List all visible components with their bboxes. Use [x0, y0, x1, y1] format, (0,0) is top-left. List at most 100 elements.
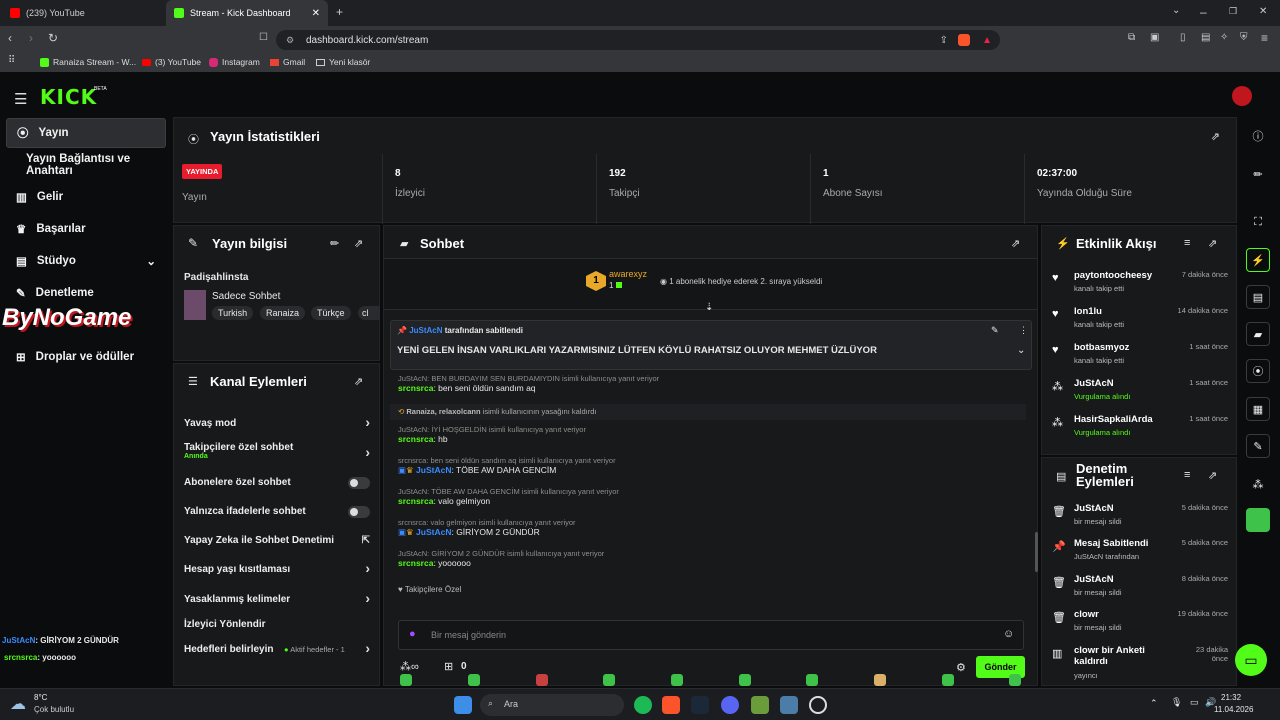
- tag[interactable]: cl: [358, 306, 380, 320]
- avatar[interactable]: [1232, 86, 1252, 106]
- microphone-icon[interactable]: 🎙: [1171, 697, 1182, 708]
- subscribers-only-toggle[interactable]: [348, 477, 370, 489]
- bookmark-gmail[interactable]: Gmail: [270, 57, 305, 67]
- emote-icon[interactable]: [603, 674, 615, 686]
- minimize-icon[interactable]: –: [1200, 5, 1207, 19]
- sidebar-item-stream-key[interactable]: Yayın Bağlantısı ve Anahtarı: [6, 150, 176, 180]
- emote-icon[interactable]: [806, 674, 818, 686]
- activity-item[interactable]: ♥ lon1lu kanalı takip etti 14 dakika önce: [1052, 306, 1228, 340]
- chat-message[interactable]: JuStAcN: İYİ HOŞGELDİN isimli kullanıcıy…: [398, 425, 586, 444]
- chevron-down-icon[interactable]: ⇣: [705, 302, 713, 313]
- emoji-icon[interactable]: ☺: [1003, 628, 1014, 640]
- popout-icon[interactable]: ⇗: [354, 375, 363, 388]
- action-emote-only[interactable]: Yalnızca ifadelerle sohbet: [184, 506, 370, 520]
- popout-icon[interactable]: ⇗: [1208, 469, 1217, 482]
- sidebar-toggle-icon[interactable]: ▯: [1180, 32, 1186, 43]
- brave-icon[interactable]: [662, 696, 680, 714]
- wrench-icon[interactable]: ✎: [1246, 434, 1270, 458]
- action-account-age[interactable]: Hesap yaşı kısıtlaması ›: [184, 560, 370, 578]
- hamburger-menu-icon[interactable]: ☰: [14, 90, 27, 108]
- kick-logo[interactable]: KICK: [40, 85, 97, 109]
- minecraft-icon[interactable]: [751, 696, 769, 714]
- emote-icon[interactable]: [536, 674, 548, 686]
- network-icon[interactable]: ▭: [1190, 697, 1199, 708]
- chat-icon[interactable]: ▰: [1246, 322, 1270, 346]
- bookmark-ranaiza[interactable]: Ranaiza Stream - W...: [40, 57, 136, 67]
- unpin-icon[interactable]: ✎: [991, 325, 999, 336]
- rewards-icon[interactable]: ▲: [982, 35, 992, 46]
- windows-start-icon[interactable]: [454, 696, 472, 714]
- expand-icon[interactable]: ⌄: [1017, 345, 1025, 356]
- brave-shield-icon[interactable]: [958, 34, 970, 46]
- bookmark-youtube[interactable]: (3) YouTube: [142, 57, 201, 67]
- broadcast-icon[interactable]: ⦿: [1246, 359, 1270, 383]
- close-tab-icon[interactable]: ✕: [312, 8, 320, 19]
- tag[interactable]: Türkçe: [311, 306, 351, 320]
- vpn-icon[interactable]: ⛨: [1240, 32, 1248, 43]
- lightning-icon[interactable]: ⚡: [1246, 248, 1270, 272]
- chat-user[interactable]: srcnsrca: [398, 558, 433, 568]
- chat-scrollbar[interactable]: [1035, 532, 1038, 572]
- chat-user[interactable]: srcnsrca: [398, 383, 433, 393]
- forward-icon[interactable]: ›: [29, 31, 33, 45]
- sidebar-item-droplar[interactable]: ⊞ Droplar ve ödüller: [6, 342, 166, 372]
- share-icon[interactable]: ⇪: [940, 35, 948, 46]
- tab-youtube[interactable]: (239) YouTube: [2, 0, 162, 26]
- emote-icon[interactable]: [942, 674, 954, 686]
- activity-item[interactable]: ⁂ HasirSapkaliArda Vurgulama alındı 1 saat …: [1052, 414, 1228, 448]
- gear-icon[interactable]: ⚙: [956, 661, 966, 674]
- chat-input[interactable]: ● Bir mesaj gönderin ☺: [398, 620, 1024, 650]
- sidebar-item-studyo[interactable]: ▤ Stüdyo ⌄: [6, 246, 166, 276]
- wallet-icon[interactable]: ▤: [1201, 32, 1210, 43]
- moderation-item[interactable]: 📌 Mesaj Sabitlendi JuStAcN tarafından 5 dak…: [1052, 538, 1228, 572]
- chat-message[interactable]: JuStAcN: GİRİYOM 2 GÜNDÜR isimli kullanı…: [398, 549, 604, 568]
- stats-icon[interactable]: ▦: [1246, 397, 1270, 421]
- back-icon[interactable]: ‹: [8, 31, 12, 45]
- sidebar-item-basarilar[interactable]: ♛ Başarılar: [6, 214, 166, 244]
- bookmark-icon[interactable]: ☐: [259, 32, 268, 43]
- microphone-icon[interactable]: ●: [409, 628, 416, 640]
- emote-icon[interactable]: [739, 674, 751, 686]
- clock-date[interactable]: 11.04.2026: [1214, 705, 1253, 714]
- popout-icon[interactable]: ⇗: [1211, 130, 1220, 143]
- emote-icon[interactable]: [468, 674, 480, 686]
- taskbar-search[interactable]: ⌕ Ara: [480, 694, 624, 716]
- steam-icon[interactable]: [691, 696, 709, 714]
- tray-chevron-icon[interactable]: ⌃: [1150, 698, 1158, 709]
- emote-icon[interactable]: [874, 674, 886, 686]
- apps-icon[interactable]: ⠿: [8, 55, 15, 66]
- reload-icon[interactable]: ↻: [48, 31, 58, 45]
- pinned-user[interactable]: JuStAcN: [409, 326, 442, 335]
- action-subscribers-only[interactable]: Abonelere özel sohbet: [184, 477, 370, 491]
- action-raid[interactable]: İzleyici Yönlendir: [184, 619, 370, 633]
- filter-icon[interactable]: ≡: [1184, 469, 1190, 481]
- moderation-item[interactable]: ▥ clowr bir Anketi kaldırdı yayıncı 23 daki…: [1052, 645, 1228, 683]
- emote-only-toggle[interactable]: [348, 506, 370, 518]
- launcher-icon[interactable]: [780, 696, 798, 714]
- action-ai-moderation[interactable]: Yapay Zeka ile Sohbet Denetimi ⇱: [184, 535, 370, 549]
- maximize-icon[interactable]: ❐: [1229, 6, 1237, 17]
- chat-message[interactable]: srcnsrca: valo gelmiyon isimli kullanıcı…: [398, 518, 576, 538]
- sidebar-item-yayin[interactable]: ⦿ Yayın: [6, 118, 166, 148]
- stream-category[interactable]: Sadece Sohbet: [212, 291, 280, 302]
- more-options-icon[interactable]: ⋮: [1019, 325, 1028, 336]
- sidebar-item-gelir[interactable]: ▥ Gelir: [6, 182, 166, 212]
- chat-message[interactable]: JuStAcN: BEN BURDAYIM SEN BURDAMIYDIN is…: [398, 374, 659, 393]
- activity-item[interactable]: ♥ paytontoocheesy kanalı takip etti 7 dakik…: [1052, 270, 1228, 304]
- action-goals[interactable]: Hedefleri belirleyin ● Aktif hedefler - 1…: [184, 640, 370, 658]
- tag[interactable]: Turkish: [212, 306, 254, 320]
- chat-message[interactable]: srcnsrca: ben seni öldün sandım aq isiml…: [398, 456, 616, 476]
- action-banned-words[interactable]: Yasaklanmış kelimeler ›: [184, 590, 370, 608]
- chat-user[interactable]: srcnsrca: [398, 496, 433, 506]
- info-icon[interactable]: ⓘ: [1246, 124, 1270, 148]
- document-icon[interactable]: ▤: [1246, 285, 1270, 309]
- tab-list-icon[interactable]: ⌄: [1172, 5, 1180, 16]
- clock-time[interactable]: 21:32: [1221, 693, 1241, 702]
- new-tab-icon[interactable]: +: [336, 5, 343, 19]
- moderation-item[interactable]: 🗑 JuStAcN bir mesajı sildi 5 dakika önce: [1052, 503, 1228, 537]
- close-window-icon[interactable]: ✕: [1259, 6, 1267, 17]
- filter-icon[interactable]: ≡: [1184, 237, 1190, 249]
- activity-item[interactable]: ♥ botbasmyoz kanalı takip etti 1 saat önce: [1052, 342, 1228, 376]
- chat-user[interactable]: JuStAcN: [416, 465, 451, 475]
- support-chat-icon[interactable]: ▭: [1235, 644, 1267, 676]
